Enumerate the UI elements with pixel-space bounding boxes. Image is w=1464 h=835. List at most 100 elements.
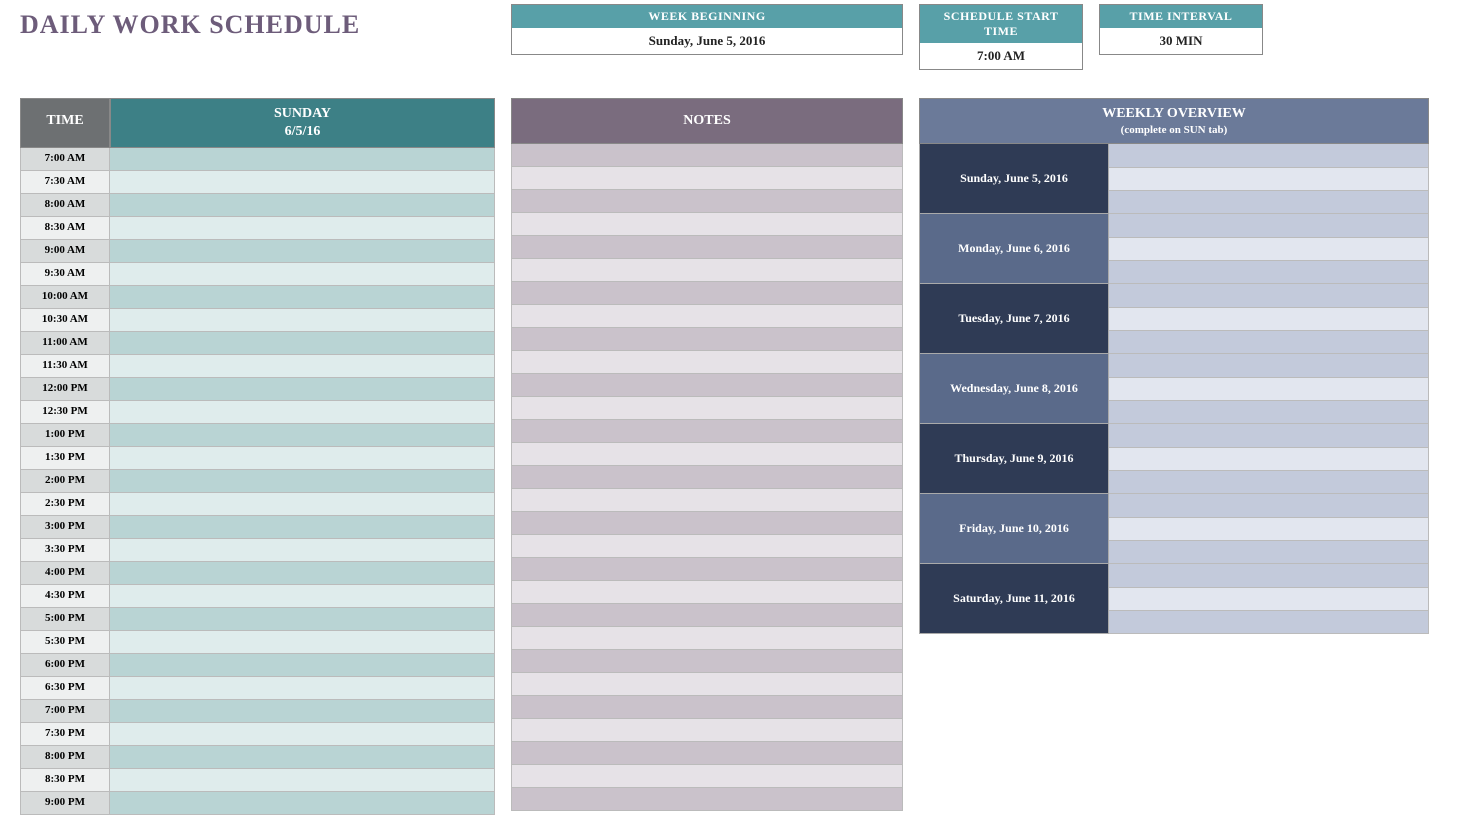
notes-row[interactable] xyxy=(511,305,903,328)
notes-row[interactable] xyxy=(511,190,903,213)
schedule-time-cell: 7:00 PM xyxy=(20,700,110,723)
schedule-event-cell[interactable] xyxy=(110,263,495,286)
schedule-event-cell[interactable] xyxy=(110,493,495,516)
schedule-event-cell[interactable] xyxy=(110,148,495,171)
schedule-event-cell[interactable] xyxy=(110,309,495,332)
schedule-header-day: SUNDAY 6/5/16 xyxy=(110,98,495,148)
schedule-event-cell[interactable] xyxy=(110,585,495,608)
schedule-event-cell[interactable] xyxy=(110,378,495,401)
schedule-event-cell[interactable] xyxy=(110,608,495,631)
notes-row[interactable] xyxy=(511,512,903,535)
weekly-overview-item-cell[interactable] xyxy=(1109,471,1429,494)
schedule-event-cell[interactable] xyxy=(110,401,495,424)
weekly-overview-item-cell[interactable] xyxy=(1109,378,1429,401)
notes-row[interactable] xyxy=(511,351,903,374)
notes-row[interactable] xyxy=(511,420,903,443)
notes-header: NOTES xyxy=(511,98,903,144)
schedule-event-cell[interactable] xyxy=(110,700,495,723)
notes-row[interactable] xyxy=(511,282,903,305)
config-start-time-label: SCHEDULE START TIME xyxy=(920,5,1082,43)
schedule-event-cell[interactable] xyxy=(110,171,495,194)
weekly-overview-item-cell[interactable] xyxy=(1109,284,1429,307)
schedule-event-cell[interactable] xyxy=(110,355,495,378)
weekly-overview-day-label: Friday, June 10, 2016 xyxy=(919,494,1109,564)
config-interval-value[interactable]: 30 MIN xyxy=(1100,28,1262,54)
schedule-row: 1:00 PM xyxy=(20,424,495,447)
notes-row[interactable] xyxy=(511,397,903,420)
schedule-event-cell[interactable] xyxy=(110,654,495,677)
notes-row[interactable] xyxy=(511,627,903,650)
weekly-overview-item-cell[interactable] xyxy=(1109,214,1429,237)
notes-row[interactable] xyxy=(511,765,903,788)
schedule-time-cell: 6:30 PM xyxy=(20,677,110,700)
notes-row[interactable] xyxy=(511,374,903,397)
notes-row[interactable] xyxy=(511,673,903,696)
weekly-overview-item-cell[interactable] xyxy=(1109,144,1429,167)
weekly-overview-item-cell[interactable] xyxy=(1109,424,1429,447)
notes-row[interactable] xyxy=(511,719,903,742)
weekly-overview-item-cell[interactable] xyxy=(1109,564,1429,587)
schedule-event-cell[interactable] xyxy=(110,769,495,792)
weekly-overview-header-title: WEEKLY OVERVIEW xyxy=(1102,106,1246,121)
schedule-time-cell: 11:30 AM xyxy=(20,355,110,378)
config-week-beginning-value[interactable]: Sunday, June 5, 2016 xyxy=(512,28,902,54)
schedule-event-cell[interactable] xyxy=(110,562,495,585)
schedule-event-cell[interactable] xyxy=(110,677,495,700)
weekly-overview-item-cell[interactable] xyxy=(1109,308,1429,331)
notes-row[interactable] xyxy=(511,696,903,719)
schedule-event-cell[interactable] xyxy=(110,332,495,355)
weekly-overview-item-cell[interactable] xyxy=(1109,541,1429,564)
notes-row[interactable] xyxy=(511,328,903,351)
weekly-overview-row: Thursday, June 9, 2016 xyxy=(919,424,1429,494)
weekly-overview-item-cell[interactable] xyxy=(1109,191,1429,214)
schedule-event-cell[interactable] xyxy=(110,516,495,539)
schedule-row: 9:30 AM xyxy=(20,263,495,286)
notes-row[interactable] xyxy=(511,144,903,167)
schedule-event-cell[interactable] xyxy=(110,746,495,769)
schedule-event-cell[interactable] xyxy=(110,424,495,447)
notes-row[interactable] xyxy=(511,443,903,466)
notes-row[interactable] xyxy=(511,558,903,581)
weekly-overview-item-cell[interactable] xyxy=(1109,401,1429,424)
weekly-overview-item-cell[interactable] xyxy=(1109,238,1429,261)
weekly-overview-item-cell[interactable] xyxy=(1109,518,1429,541)
notes-row[interactable] xyxy=(511,535,903,558)
schedule-row: 9:00 AM xyxy=(20,240,495,263)
notes-row[interactable] xyxy=(511,489,903,512)
weekly-overview-item-cell[interactable] xyxy=(1109,168,1429,191)
schedule-row: 3:00 PM xyxy=(20,516,495,539)
notes-row[interactable] xyxy=(511,650,903,673)
notes-row[interactable] xyxy=(511,259,903,282)
notes-row[interactable] xyxy=(511,466,903,489)
schedule-row: 7:30 PM xyxy=(20,723,495,746)
schedule-event-cell[interactable] xyxy=(110,539,495,562)
schedule-time-cell: 1:30 PM xyxy=(20,447,110,470)
schedule-event-cell[interactable] xyxy=(110,723,495,746)
notes-row[interactable] xyxy=(511,236,903,259)
weekly-overview-day-label: Wednesday, June 8, 2016 xyxy=(919,354,1109,424)
schedule-event-cell[interactable] xyxy=(110,470,495,493)
schedule-event-cell[interactable] xyxy=(110,792,495,815)
schedule-event-cell[interactable] xyxy=(110,240,495,263)
notes-row[interactable] xyxy=(511,604,903,627)
notes-row[interactable] xyxy=(511,213,903,236)
weekly-overview-item-cell[interactable] xyxy=(1109,354,1429,377)
weekly-overview-item-cell[interactable] xyxy=(1109,611,1429,634)
weekly-overview-item-cell[interactable] xyxy=(1109,261,1429,284)
schedule-event-cell[interactable] xyxy=(110,194,495,217)
weekly-overview-item-cell[interactable] xyxy=(1109,588,1429,611)
schedule-event-cell[interactable] xyxy=(110,447,495,470)
schedule-row: 7:00 AM xyxy=(20,148,495,171)
schedule-header-day-date: 6/5/16 xyxy=(285,124,321,139)
notes-row[interactable] xyxy=(511,742,903,765)
weekly-overview-item-cell[interactable] xyxy=(1109,331,1429,354)
notes-row[interactable] xyxy=(511,167,903,190)
schedule-event-cell[interactable] xyxy=(110,217,495,240)
schedule-event-cell[interactable] xyxy=(110,631,495,654)
schedule-event-cell[interactable] xyxy=(110,286,495,309)
weekly-overview-item-cell[interactable] xyxy=(1109,448,1429,471)
notes-row[interactable] xyxy=(511,581,903,604)
notes-row[interactable] xyxy=(511,788,903,811)
config-start-time-value[interactable]: 7:00 AM xyxy=(920,43,1082,69)
weekly-overview-item-cell[interactable] xyxy=(1109,494,1429,517)
